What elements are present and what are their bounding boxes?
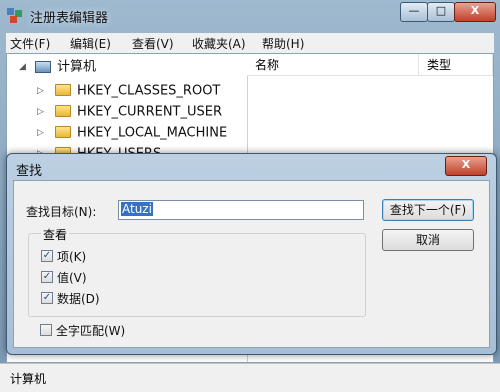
registry-editor-window: 注册表编辑器 — □ X 文件(F) 编辑(E) 查看(V) 收藏夹(A) 帮助… — [0, 0, 500, 392]
tree-item-computer[interactable]: ◢ 计算机 — [19, 57, 96, 77]
values-checkbox-label: 值(V) — [57, 271, 87, 285]
data-checkbox-label: 数据(D) — [57, 292, 100, 306]
tree-item-hkey-current-user[interactable]: ▷ HKEY_CURRENT_USER — [37, 102, 222, 122]
find-what-label: 查找目标(N): — [26, 205, 97, 219]
folder-icon — [55, 126, 71, 138]
keys-checkbox-label: 项(K) — [57, 250, 87, 264]
dialog-title: 查找 — [16, 164, 43, 179]
minimize-button[interactable]: — — [400, 2, 428, 22]
expand-icon[interactable]: ▷ — [37, 123, 49, 143]
status-path: 计算机 — [10, 372, 47, 386]
look-at-group: 查看 ✓ 项(K) ✓ 值(V) ✓ 数据(D) — [28, 226, 366, 317]
folder-icon — [55, 84, 71, 96]
dialog-body: 查找目标(N): Atuzi 查找下一个(F) 取消 查看 ✓ 项(K) ✓ 值… — [13, 180, 490, 348]
find-what-value: Atuzi — [121, 202, 153, 216]
find-next-button[interactable]: 查找下一个(F) — [382, 199, 474, 221]
close-button[interactable]: X — [454, 2, 496, 22]
find-what-input[interactable]: Atuzi — [118, 200, 364, 220]
tree-item-label: HKEY_CLASSES_ROOT — [77, 83, 221, 99]
tree-item-label: HKEY_LOCAL_MACHINE — [77, 125, 228, 141]
menu-favorites[interactable]: 收藏夹(A) — [192, 35, 246, 52]
menu-edit[interactable]: 编辑(E) — [70, 35, 111, 52]
computer-icon — [35, 61, 51, 73]
tree-item-hkey-classes-root[interactable]: ▷ HKEY_CLASSES_ROOT — [37, 81, 220, 101]
cancel-button[interactable]: 取消 — [382, 229, 474, 251]
caption-buttons: — □ X — [400, 2, 496, 22]
tree-item-label: HKEY_CURRENT_USER — [77, 104, 223, 120]
tree-item-hkey-local-machine[interactable]: ▷ HKEY_LOCAL_MACHINE — [37, 123, 227, 143]
maximize-button[interactable]: □ — [427, 2, 455, 22]
match-whole-string-checkbox[interactable] — [40, 324, 52, 336]
expand-icon[interactable]: ▷ — [37, 102, 49, 122]
find-dialog: 查找 X 查找目标(N): Atuzi 查找下一个(F) 取消 查看 ✓ 项(K… — [6, 153, 497, 355]
menu-help[interactable]: 帮助(H) — [262, 35, 304, 52]
title-bar[interactable]: 注册表编辑器 — □ X — [0, 0, 500, 32]
folder-icon — [55, 105, 71, 117]
data-checkbox[interactable]: ✓ — [41, 292, 53, 304]
collapse-icon[interactable]: ◢ — [19, 57, 31, 77]
expand-icon[interactable]: ▷ — [37, 81, 49, 101]
values-checkbox[interactable]: ✓ — [41, 271, 53, 283]
look-at-group-title: 查看 — [41, 226, 70, 243]
menu-view[interactable]: 查看(V) — [132, 35, 174, 52]
registry-editor-icon — [7, 8, 22, 23]
menu-bar: 文件(F) 编辑(E) 查看(V) 收藏夹(A) 帮助(H) — [6, 33, 494, 53]
column-header-type[interactable]: 类型 — [419, 54, 493, 76]
column-header-name[interactable]: 名称 — [247, 54, 419, 76]
match-whole-string-label: 全字匹配(W) — [56, 324, 126, 338]
menu-file[interactable]: 文件(F) — [10, 35, 50, 52]
tree-item-label: 计算机 — [57, 59, 97, 75]
window-title: 注册表编辑器 — [30, 11, 109, 26]
status-bar: 计算机 — [0, 363, 500, 392]
dialog-close-button[interactable]: X — [445, 156, 487, 176]
keys-checkbox[interactable]: ✓ — [41, 250, 53, 262]
